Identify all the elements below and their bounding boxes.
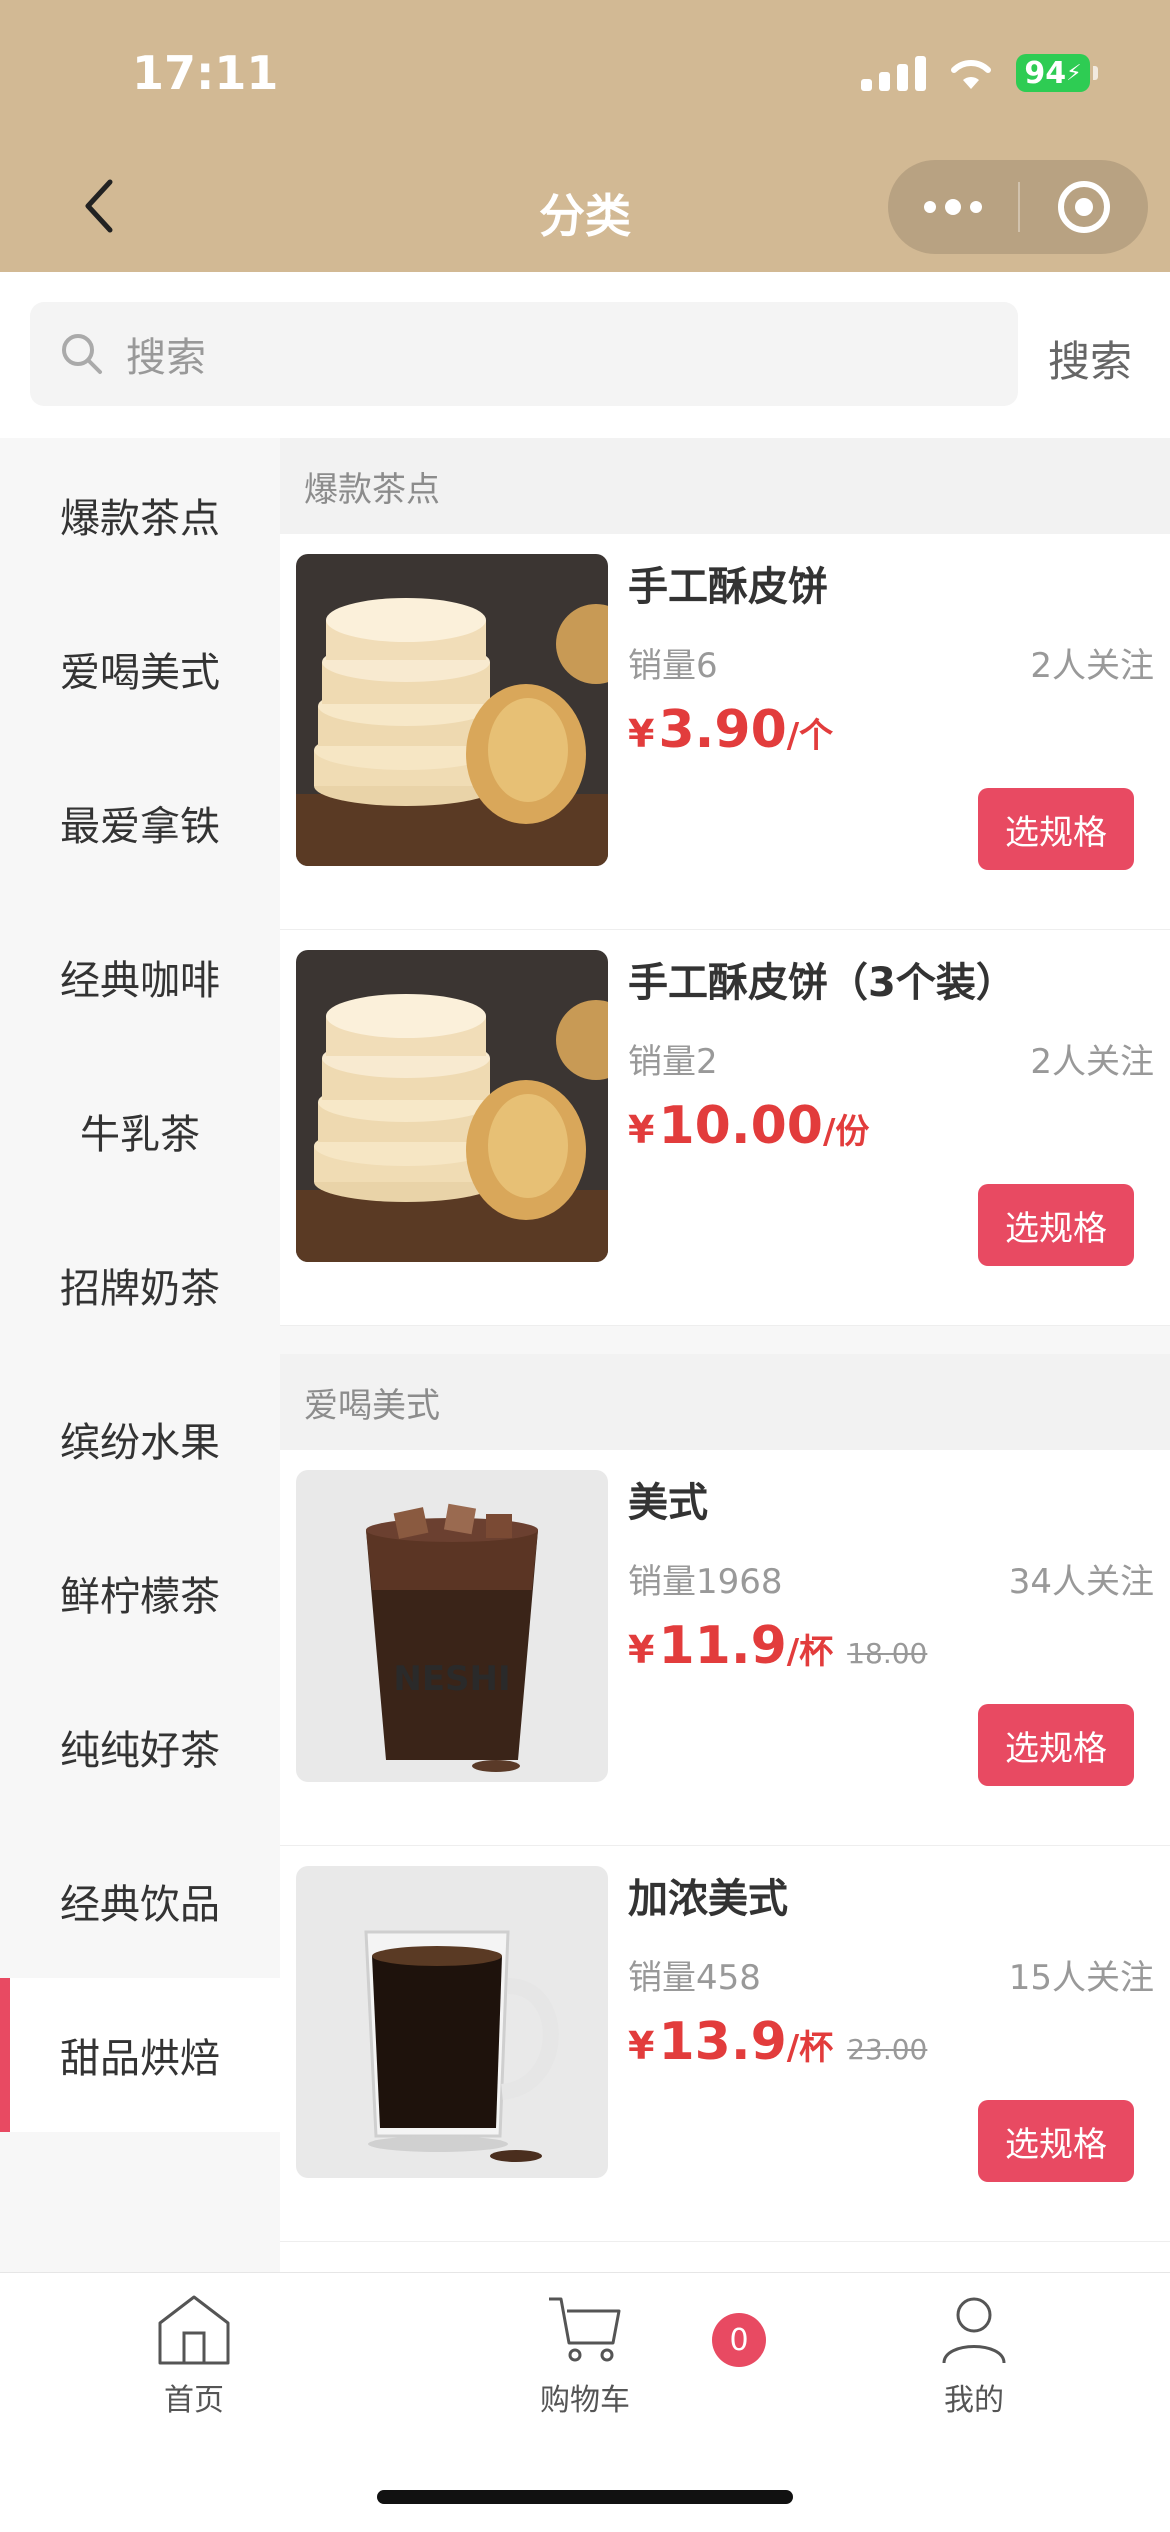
product-name: 美式 [628,1480,708,1526]
close-mini-program-button[interactable] [1020,160,1148,254]
battery-indicator: 94 ⚡ [1016,54,1098,92]
product-price: ¥ 3.90 /个 [628,700,833,760]
search-bar: 搜索 搜索 [0,272,1170,438]
tab-home-label: 首页 [164,2383,224,2418]
product-followers: 2人关注 [1030,646,1154,686]
sidebar-item-bestseller-snacks[interactable]: 爆款茶点 [0,438,280,592]
price-value: 10.00 [658,1096,823,1156]
product-card[interactable]: 加浓美式 销量458 15人关注 ¥ 13.9 /杯 23.00 选规格 [280,1846,1170,2242]
product-list: 爆款茶点 手工酥皮饼 销量6 2人关注 ¥ 3.90 /个 选规格 手工酥皮饼（… [280,438,1170,2272]
product-name: 手工酥皮饼 [628,564,828,610]
product-image [296,950,608,1262]
product-followers: 2人关注 [1030,1042,1154,1082]
product-card[interactable]: 手工酥皮饼（3个装） 销量2 2人关注 ¥ 10.00 /份 选规格 [280,930,1170,1326]
top-header: 17:11 94 ⚡ 分类 [0,0,1170,272]
tab-mine-label: 我的 [944,2383,1004,2418]
product-sales: 销量6 [628,646,718,686]
cart-count-badge: 0 [712,2313,766,2367]
product-image: NESHI [296,1470,608,1782]
home-indicator [377,2490,793,2504]
product-price: ¥ 10.00 /份 [628,1096,869,1156]
currency-symbol: ¥ [628,2024,655,2068]
select-spec-button[interactable]: 选规格 [978,2100,1134,2182]
sidebar-item-classic-drinks[interactable]: 经典饮品 [0,1824,280,1978]
more-dots-icon [924,201,936,213]
more-options-button[interactable] [888,160,1018,254]
category-sidebar: 爆款茶点 爱喝美式 最爱拿铁 经典咖啡 牛乳茶 招牌奶茶 缤纷水果 鲜柠檬茶 纯… [0,438,280,2272]
sidebar-item-fruit[interactable]: 缤纷水果 [0,1362,280,1516]
sidebar-item-milk-tea[interactable]: 牛乳茶 [0,1054,280,1208]
user-icon [942,2297,1006,2364]
svg-text:NESHI: NESHI [393,1659,510,1699]
price-unit: /份 [822,1112,870,1152]
status-icons: 94 ⚡ [861,54,1098,92]
product-followers: 34人关注 [1008,1562,1154,1602]
price-unit: /个 [786,716,834,756]
product-name: 加浓美式 [628,1876,788,1922]
product-followers: 15人关注 [1008,1958,1154,1998]
price-unit: /杯 [786,1632,834,1672]
sidebar-item-classic-coffee[interactable]: 经典咖啡 [0,900,280,1054]
price-value: 13.9 [658,2012,787,2072]
price-value: 3.90 [658,700,787,760]
tab-cart[interactable]: 购物车 [485,2293,685,2419]
original-price: 23.00 [847,2033,928,2066]
section-title: 爱喝美式 [280,1354,1170,1450]
currency-symbol: ¥ [628,1628,655,1672]
sidebar-item-signature-milk-tea[interactable]: 招牌奶茶 [0,1208,280,1362]
wifi-icon [951,59,991,89]
sidebar-item-lemon-tea[interactable]: 鲜柠檬茶 [0,1516,280,1670]
product-name: 手工酥皮饼（3个装） [628,960,1016,1006]
home-icon [158,2295,230,2365]
tab-home[interactable]: 首页 [94,2293,294,2419]
select-spec-button[interactable]: 选规格 [978,1704,1134,1786]
sidebar-item-pure-tea[interactable]: 纯纯好茶 [0,1670,280,1824]
sidebar-item-americano[interactable]: 爱喝美式 [0,592,280,746]
sidebar-item-desserts[interactable]: 甜品烘焙 [0,1978,280,2132]
product-card[interactable]: 手工酥皮饼 销量6 2人关注 ¥ 3.90 /个 选规格 [280,534,1170,930]
product-image [296,554,608,866]
select-spec-button[interactable]: 选规格 [978,1184,1134,1266]
tab-mine[interactable]: 我的 [874,2293,1074,2419]
tab-cart-label: 购物车 [540,2383,630,2418]
shopping-cart-icon [549,2297,621,2362]
section-gap [280,1326,1170,1354]
target-circle-icon [1058,181,1110,233]
product-price: ¥ 11.9 /杯 18.00 [628,1616,927,1676]
original-price: 18.00 [847,1637,928,1670]
battery-level: 94 [1024,55,1067,91]
currency-symbol: ¥ [628,1108,655,1152]
status-time: 17:11 [132,46,279,100]
mini-program-capsule [888,160,1148,254]
product-sales: 销量458 [628,1958,761,1998]
section-title: 爆款茶点 [280,438,1170,534]
search-placeholder: 搜索 [126,335,206,381]
signal-icon [861,55,926,91]
price-value: 11.9 [658,1616,787,1676]
product-image [296,1866,608,2178]
sidebar-item-latte[interactable]: 最爱拿铁 [0,746,280,900]
price-unit: /杯 [786,2028,834,2068]
product-sales: 销量1968 [628,1562,783,1602]
product-card[interactable]: NESHI 美式 销量1968 34人关注 ¥ 11.9 /杯 18.00 选规… [280,1450,1170,1846]
select-spec-button[interactable]: 选规格 [978,788,1134,870]
search-input[interactable]: 搜索 [30,302,1018,406]
search-button[interactable]: 搜索 [1048,328,1132,389]
search-icon [62,334,102,374]
product-sales: 销量2 [628,1042,718,1082]
product-price: ¥ 13.9 /杯 23.00 [628,2012,927,2072]
currency-symbol: ¥ [628,712,655,756]
